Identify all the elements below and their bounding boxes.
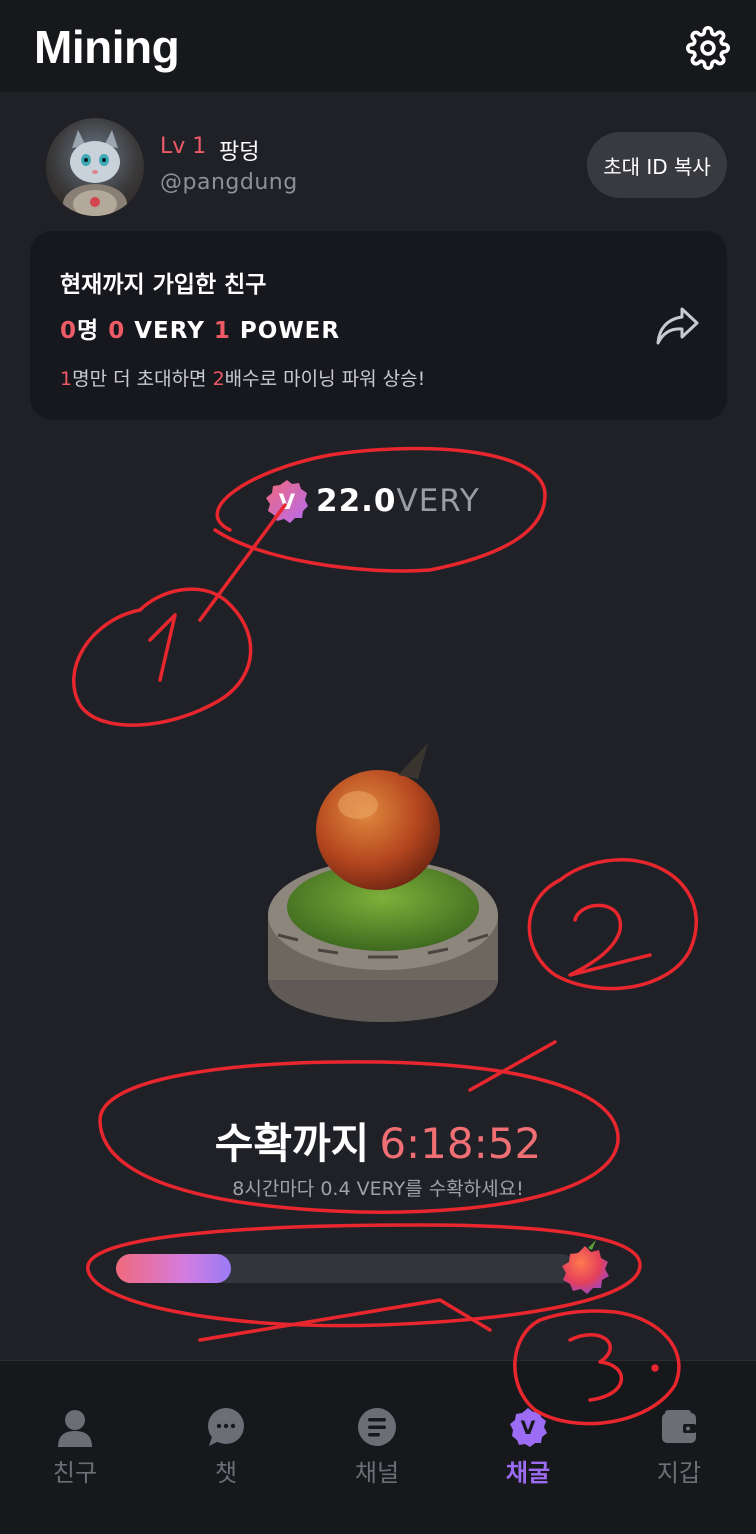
invite-more-message: 1명만 더 초대하면 2배수로 마이닝 파워 상승! bbox=[60, 364, 425, 391]
annotation-strike-timer bbox=[468, 1040, 557, 1092]
multiplier-value: 2 bbox=[212, 368, 225, 390]
annotation-strike-progress bbox=[198, 1298, 492, 1342]
gear-icon[interactable] bbox=[686, 26, 730, 70]
svg-text:V: V bbox=[521, 1417, 536, 1439]
power-count: 1 bbox=[213, 318, 231, 344]
very-count: 0 bbox=[108, 318, 126, 344]
nav-label-chat: 챗 bbox=[214, 1459, 238, 1487]
friends-unit: 명 bbox=[77, 318, 100, 344]
nav-item-mining[interactable]: V 채굴 bbox=[453, 1361, 603, 1534]
annotation-circle-2 bbox=[527, 858, 698, 991]
cat-astronaut-avatar-icon bbox=[63, 130, 127, 216]
annotation-digit-1 bbox=[148, 613, 177, 682]
nav-label-channel: 채널 bbox=[354, 1459, 400, 1487]
chat-bubble-icon bbox=[208, 1408, 244, 1446]
person-icon bbox=[58, 1410, 92, 1447]
harvest-label: 수확까지 bbox=[214, 1119, 370, 1168]
nav-item-wallet[interactable]: 지갑 bbox=[604, 1361, 754, 1534]
harvest-progress-bar bbox=[116, 1254, 576, 1283]
very-unit: VERY bbox=[134, 318, 205, 344]
very-balance: V 22.0 VERY bbox=[264, 478, 480, 524]
harvest-progress-fill bbox=[116, 1254, 231, 1283]
balance-unit: VERY bbox=[396, 483, 480, 519]
copy-invite-id-button[interactable]: 초대 ID 복사 bbox=[587, 132, 727, 198]
friends-count: 0 bbox=[60, 318, 78, 344]
page-title: Mining bbox=[34, 21, 180, 73]
user-level: Lv 1 bbox=[160, 134, 207, 159]
nav-label-friends: 친구 bbox=[52, 1459, 98, 1487]
harvest-timer: 6:18:52 bbox=[379, 1119, 542, 1168]
invite-more-count: 1 bbox=[60, 368, 73, 390]
friends-card[interactable]: 현재까지 가입한 친구 0명 0 VERY 1 POWER 1명만 더 초대하면… bbox=[30, 231, 727, 420]
balance-amount: 22.0 bbox=[316, 483, 397, 519]
nav-item-channel[interactable]: 채널 bbox=[302, 1361, 452, 1534]
annotation-circle-1 bbox=[72, 587, 253, 727]
nav-label-wallet: 지갑 bbox=[656, 1459, 702, 1487]
very-badge-icon: V bbox=[510, 1408, 547, 1447]
mining-pedestal-fruit-icon[interactable] bbox=[258, 735, 508, 1035]
fruit-reward-icon[interactable] bbox=[552, 1236, 618, 1302]
bottom-nav: 친구 챗 채널 V 채굴 지갑 bbox=[0, 1360, 756, 1534]
wallet-icon bbox=[662, 1410, 696, 1443]
user-handle: @pangdung bbox=[160, 170, 298, 195]
svg-text:V: V bbox=[279, 490, 296, 514]
channel-icon bbox=[358, 1408, 396, 1446]
harvest-note: 8시간마다 0.4 VERY를 수확하세요! bbox=[232, 1178, 524, 1200]
app-header: Mining bbox=[0, 0, 756, 92]
nav-label-mining: 채굴 bbox=[505, 1459, 551, 1487]
power-unit: POWER bbox=[239, 318, 341, 344]
nav-item-chat[interactable]: 챗 bbox=[151, 1361, 301, 1534]
annotation-digit-2 bbox=[568, 903, 652, 977]
avatar[interactable] bbox=[46, 118, 144, 216]
very-badge-icon: V bbox=[266, 480, 308, 523]
user-nickname: 팡덩 bbox=[219, 140, 260, 165]
friends-stats: 0명 0 VERY 1 POWER bbox=[60, 311, 340, 345]
share-arrow-icon[interactable] bbox=[654, 305, 700, 347]
multiplier-text: 배수로 마이닝 파워 상승! bbox=[224, 368, 426, 390]
invite-more-text: 명만 더 초대하면 bbox=[72, 368, 213, 390]
profile-section: Lv 1 팡덩 @pangdung 초대 ID 복사 bbox=[0, 92, 756, 222]
harvest-countdown: 수확까지 6:18:52 bbox=[0, 1110, 756, 1171]
friends-card-title: 현재까지 가입한 친구 bbox=[60, 272, 267, 298]
nav-item-friends[interactable]: 친구 bbox=[0, 1361, 150, 1534]
